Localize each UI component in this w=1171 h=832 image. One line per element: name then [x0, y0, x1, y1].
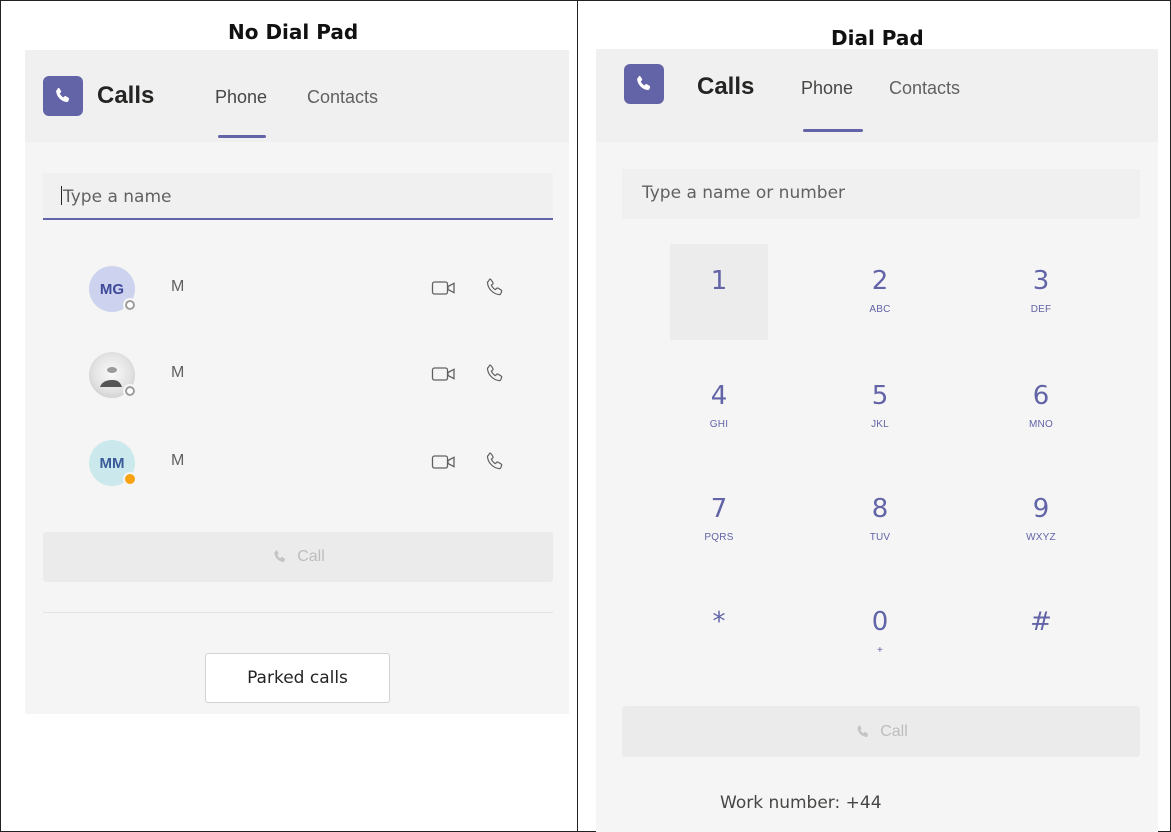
dial-key-letters: WXYZ — [1026, 532, 1056, 543]
dial-key-digit: 9 — [1032, 494, 1050, 524]
dial-key-0[interactable]: 0 + — [831, 585, 929, 681]
dial-key-digit: # — [1030, 607, 1052, 637]
dial-key-9[interactable]: 9 WXYZ — [992, 472, 1090, 568]
dial-key-letters: DEF — [1030, 304, 1052, 315]
dial-key-6[interactable]: 6 MNO — [992, 359, 1090, 455]
phone-icon — [857, 724, 869, 737]
tab-active-indicator — [803, 129, 863, 132]
dial-key-letters: ABC — [869, 304, 891, 315]
calls-header: Calls Phone Contacts — [596, 49, 1158, 142]
call-button[interactable]: Call — [622, 706, 1140, 757]
dial-key-digit: 0 — [871, 607, 889, 637]
dial-key-digit: 6 — [1032, 381, 1050, 411]
contact-name: M — [171, 452, 185, 469]
dial-key-digit: 2 — [871, 266, 889, 296]
video-call-icon[interactable] — [431, 276, 457, 300]
divider — [43, 612, 553, 613]
caption-dial-pad: Dial Pad — [831, 26, 924, 50]
dial-key-4[interactable]: 4 GHI — [670, 359, 768, 455]
contact-name: M — [171, 278, 185, 295]
call-button[interactable]: Call — [43, 532, 553, 582]
panel-divider — [577, 0, 578, 832]
app-title: Calls — [697, 73, 755, 100]
dial-key-hash[interactable]: # — [992, 585, 1090, 681]
list-item[interactable]: MG M — [89, 266, 529, 326]
dial-key-star[interactable]: * — [670, 585, 768, 681]
calls-panel-dial-pad: Calls Phone Contacts Type a name or numb… — [596, 49, 1158, 832]
audio-call-icon[interactable] — [483, 450, 507, 474]
dial-key-3[interactable]: 3 DEF — [992, 244, 1090, 340]
audio-call-icon[interactable] — [483, 276, 507, 300]
dial-key-letters: GHI — [709, 419, 729, 430]
presence-offline-icon — [123, 298, 137, 312]
tab-contacts[interactable]: Contacts — [307, 87, 378, 108]
parked-calls-button[interactable]: Parked calls — [205, 653, 390, 703]
text-cursor — [61, 186, 62, 205]
presence-offline-icon — [123, 384, 137, 398]
call-button-label: Call — [880, 722, 908, 740]
list-item[interactable]: MM M — [89, 440, 529, 500]
dial-key-digit: 5 — [871, 381, 889, 411]
dial-key-letters: TUV — [869, 532, 891, 543]
calls-app-icon — [43, 76, 83, 116]
contact-name: M — [171, 364, 185, 381]
dial-key-7[interactable]: 7 PQRS — [670, 472, 768, 568]
list-item[interactable]: M — [89, 352, 529, 412]
dial-key-1[interactable]: 1 — [670, 244, 768, 340]
tab-active-indicator — [218, 135, 266, 138]
dial-key-5[interactable]: 5 JKL — [831, 359, 929, 455]
phone-icon — [274, 550, 286, 562]
calls-header: Calls Phone Contacts — [25, 50, 569, 142]
tab-phone[interactable]: Phone — [215, 87, 267, 108]
calls-app-icon — [624, 64, 664, 104]
caption-no-dial-pad: No Dial Pad — [228, 20, 359, 44]
tab-contacts[interactable]: Contacts — [889, 78, 960, 99]
video-call-icon[interactable] — [431, 450, 457, 474]
dial-key-digit: * — [712, 607, 726, 637]
dial-key-letters: JKL — [871, 419, 889, 430]
dial-key-digit: 7 — [710, 494, 728, 524]
call-button-label: Call — [297, 548, 325, 565]
dial-key-digit: 4 — [710, 381, 728, 411]
dial-key-digit: 1 — [710, 266, 728, 296]
calls-panel-no-dial-pad: Calls Phone Contacts Type a name MG M M … — [25, 50, 569, 714]
work-number: Work number: +44 — [720, 793, 882, 813]
dial-key-letters: + — [876, 645, 884, 656]
dial-key-digit: 8 — [871, 494, 889, 524]
presence-away-icon — [123, 472, 137, 486]
app-title: Calls — [97, 82, 155, 109]
search-input[interactable]: Type a name — [43, 173, 553, 220]
dial-key-digit: 3 — [1032, 266, 1050, 296]
audio-call-icon[interactable] — [483, 362, 507, 386]
tab-phone[interactable]: Phone — [801, 78, 853, 99]
search-placeholder: Type a name — [63, 187, 172, 207]
search-input[interactable]: Type a name or number — [622, 169, 1140, 219]
video-call-icon[interactable] — [431, 362, 457, 386]
dial-key-letters: PQRS — [704, 532, 734, 543]
dial-key-8[interactable]: 8 TUV — [831, 472, 929, 568]
dial-key-letters: MNO — [1029, 419, 1053, 430]
dial-key-2[interactable]: 2 ABC — [831, 244, 929, 340]
